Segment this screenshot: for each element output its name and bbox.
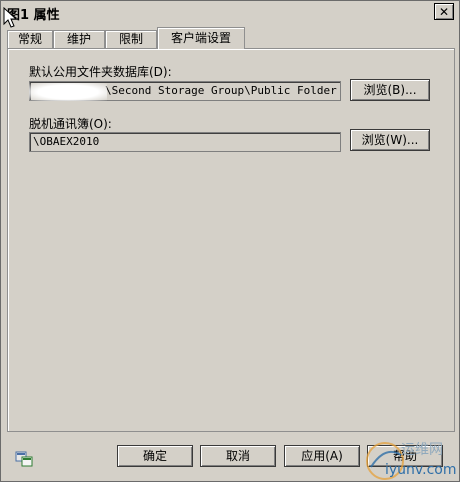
tab-maintenance[interactable]: 维护 — [53, 30, 105, 48]
tab-client-settings[interactable]: 客户端设置 — [157, 27, 245, 49]
close-button[interactable]: ✕ — [434, 3, 454, 20]
mouse-cursor-icon — [3, 7, 18, 28]
browse-address-book-button[interactable]: 浏览(W)... — [350, 129, 430, 151]
tab-general[interactable]: 常规 — [7, 30, 53, 48]
properties-dialog: 图1 属性 ✕ 常规 维护 限制 客户端设置 默认公用文件夹数据库(D): \S… — [0, 0, 460, 482]
watermark-text-cn: 运维网 — [401, 442, 443, 458]
tab-strip: 常规 维护 限制 客户端设置 — [7, 27, 457, 49]
client-settings-panel — [7, 48, 455, 432]
tab-limits[interactable]: 限制 — [105, 30, 157, 48]
offline-address-book-field[interactable]: \OBAEX2010 — [29, 132, 341, 152]
browse-public-folder-button[interactable]: 浏览(B)... — [350, 79, 430, 101]
title-bar: 图1 属性 ✕ — [1, 1, 459, 28]
public-folder-db-label: 默认公用文件夹数据库(D): — [29, 65, 172, 79]
redacted-area — [29, 83, 107, 101]
ok-button[interactable]: 确定 — [117, 445, 193, 467]
watermark-text-url: iyunv.com — [385, 462, 457, 478]
site-watermark: 运维网 iyunv.com — [363, 437, 462, 485]
offline-address-book-label: 脱机通讯簿(O): — [29, 117, 112, 131]
close-icon: ✕ — [438, 4, 450, 19]
cancel-button[interactable]: 取消 — [200, 445, 276, 467]
exchange-server-icon — [15, 451, 33, 467]
apply-button[interactable]: 应用(A) — [284, 445, 360, 467]
